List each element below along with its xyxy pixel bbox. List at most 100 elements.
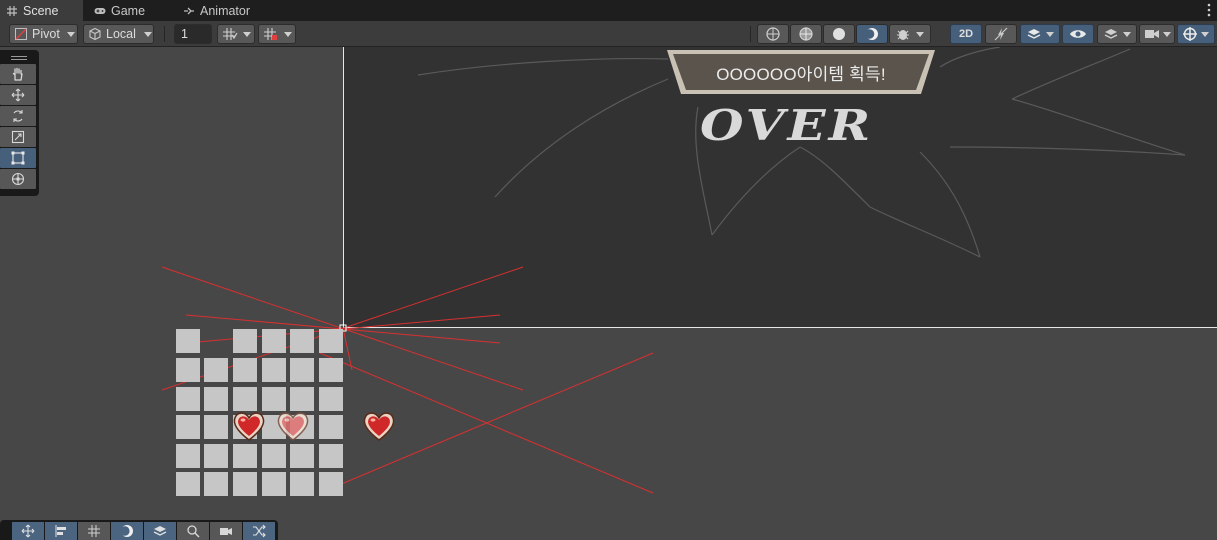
shuffle-icon xyxy=(253,524,266,538)
inventory-cell xyxy=(319,329,343,353)
gizmos-dropdown[interactable] xyxy=(1177,24,1215,44)
draw-shaded-wireframe-button[interactable] xyxy=(790,24,822,44)
draw-wireframe-button[interactable] xyxy=(757,24,789,44)
inventory-cell xyxy=(204,387,228,411)
inventory-cell xyxy=(204,415,228,439)
transform-tool-button[interactable] xyxy=(0,169,36,189)
inventory-cell xyxy=(176,444,200,468)
draw-unlit-button[interactable] xyxy=(856,24,888,44)
game-over-text: OVER xyxy=(700,100,874,151)
tool-palette xyxy=(0,50,39,196)
camera-overlay-button[interactable] xyxy=(210,522,242,540)
shading-overlay-button[interactable] xyxy=(111,522,143,540)
snap-increment-field[interactable]: 1 xyxy=(174,24,212,44)
rotate-tool-button[interactable] xyxy=(0,106,36,126)
tab-game[interactable]: Game xyxy=(88,0,173,21)
inventory-cell xyxy=(290,387,314,411)
grid-snap-dropdown[interactable] xyxy=(217,24,255,44)
inventory-cell xyxy=(176,358,200,382)
scene-viewport[interactable] xyxy=(0,47,1217,540)
lighting-toggle-button[interactable] xyxy=(985,24,1017,44)
inventory-cell xyxy=(233,387,257,411)
unity-scene-window: Scene Game Animator Pivot Local 1 2D OOO… xyxy=(0,0,1217,540)
inventory-cell xyxy=(176,387,200,411)
palette-grip[interactable] xyxy=(0,52,37,64)
pivot-icon xyxy=(15,28,27,40)
inventory-cell xyxy=(290,472,314,496)
layers-overlay-button[interactable] xyxy=(144,522,176,540)
shaded-sphere-icon xyxy=(833,28,845,40)
effects-dropdown[interactable] xyxy=(1020,24,1060,44)
inventory-cell xyxy=(319,444,343,468)
inventory-cell xyxy=(319,472,343,496)
layers-icon xyxy=(1104,29,1118,39)
rotate-icon xyxy=(13,110,23,122)
rect-tool-button[interactable] xyxy=(0,148,36,168)
align-overlay-button[interactable] xyxy=(45,522,77,540)
inventory-cell xyxy=(290,329,314,353)
inventory-cell xyxy=(262,329,286,353)
inventory-cell xyxy=(262,472,286,496)
local-dropdown[interactable]: Local xyxy=(83,24,154,44)
tab-animator[interactable]: Animator xyxy=(177,0,267,21)
search-overlay-button[interactable] xyxy=(177,522,209,540)
item-acquired-banner[interactable]: OOOOOO아이템 획득! xyxy=(663,48,939,96)
toggle-2d-button[interactable]: 2D xyxy=(950,24,982,44)
scene-visibility-button[interactable] xyxy=(1062,24,1094,44)
bug-icon xyxy=(897,30,909,40)
inventory-cell xyxy=(233,358,257,382)
pivot-dropdown[interactable]: Pivot xyxy=(9,24,78,44)
pivot-caret-icon xyxy=(66,31,75,37)
window-tab-bar: Scene Game Animator xyxy=(0,0,1217,21)
grid-icon xyxy=(7,5,17,16)
grid-overlay-button[interactable] xyxy=(78,522,110,540)
snap-increment-value: 1 xyxy=(181,27,188,41)
move-arrows-icon xyxy=(21,524,35,538)
camera-caret-icon xyxy=(1163,31,1171,37)
transform-icon xyxy=(11,172,25,186)
heart-icon[interactable] xyxy=(232,409,266,443)
move-arrows-icon xyxy=(11,88,25,102)
gizmos-caret-icon xyxy=(1201,31,1209,37)
debug-draw-dropdown[interactable] xyxy=(889,24,931,44)
toolbar-separator xyxy=(164,26,165,42)
moon-shading-icon xyxy=(120,525,133,537)
tab-animator-label: Animator xyxy=(200,3,251,18)
inventory-cell xyxy=(319,415,343,439)
shuffle-overlay-button[interactable] xyxy=(243,522,275,540)
rect-transform-icon xyxy=(11,151,25,165)
inventory-cell xyxy=(319,358,343,382)
heart-icon[interactable] xyxy=(362,409,396,443)
camera-dropdown[interactable] xyxy=(1139,24,1175,44)
hand-tool-button[interactable] xyxy=(0,64,36,84)
scale-tool-button[interactable] xyxy=(0,127,36,147)
draw-shaded-button[interactable] xyxy=(823,24,855,44)
tab-scene[interactable]: Scene xyxy=(0,0,83,21)
moon-shading-icon xyxy=(864,28,878,40)
scale-icon xyxy=(11,130,25,144)
move-overlay-button[interactable] xyxy=(12,522,44,540)
eye-icon xyxy=(1070,30,1086,38)
layers-dropdown[interactable] xyxy=(1097,24,1137,44)
effects-layers-icon xyxy=(1027,29,1041,39)
increment-snap-dropdown[interactable] xyxy=(258,24,296,44)
align-icon xyxy=(55,525,66,537)
inventory-cell xyxy=(176,415,200,439)
inventory-cell xyxy=(290,444,314,468)
overlay-toolbar xyxy=(0,520,278,540)
search-icon xyxy=(187,525,200,538)
increment-snap-caret-icon xyxy=(284,31,292,37)
inventory-cell xyxy=(262,444,286,468)
lighting-off-icon xyxy=(994,27,1008,41)
move-tool-button[interactable] xyxy=(0,85,36,105)
increment-snap-icon xyxy=(264,28,277,40)
cube-icon xyxy=(89,27,101,41)
more-options-icon[interactable] xyxy=(1207,2,1211,18)
inventory-cell xyxy=(176,329,200,353)
toolbar-separator xyxy=(750,26,751,42)
heart-icon[interactable] xyxy=(276,409,310,443)
inventory-cell xyxy=(204,444,228,468)
toggle-2d-label: 2D xyxy=(958,28,974,40)
tab-game-label: Game xyxy=(111,3,146,18)
scene-toolbar: Pivot Local 1 2D xyxy=(0,21,1217,47)
